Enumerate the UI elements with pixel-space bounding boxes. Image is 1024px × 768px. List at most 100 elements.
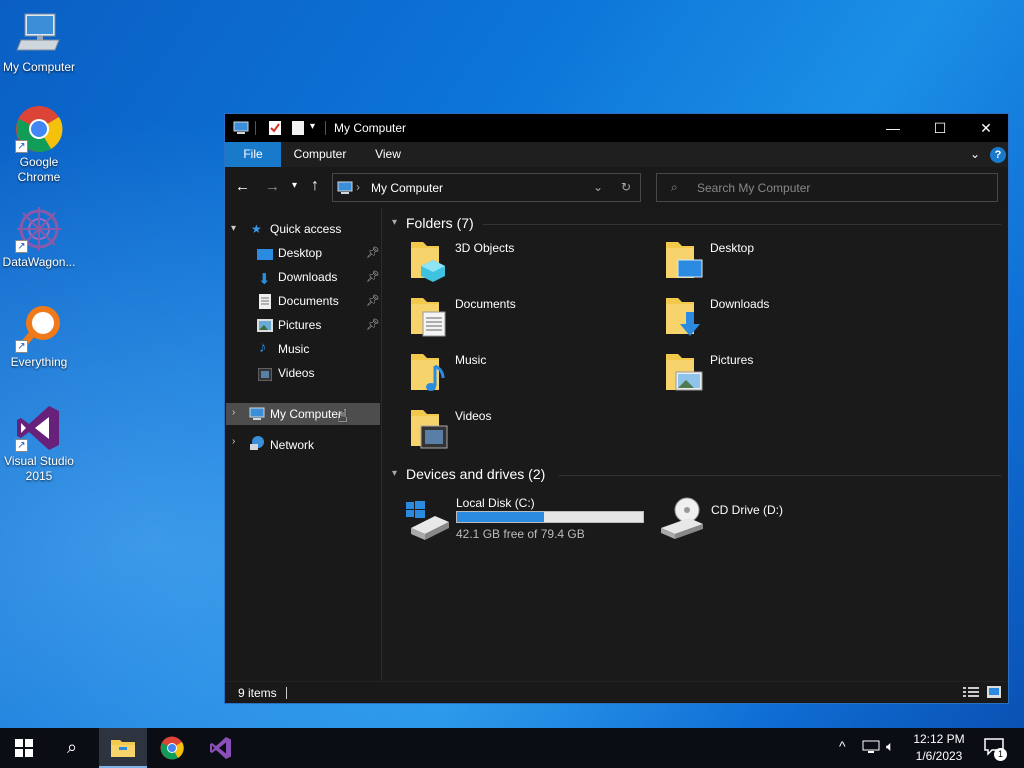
datawagon-icon: ↗	[15, 205, 63, 253]
folder-desktop[interactable]: Desktop	[664, 238, 904, 290]
details-view-icon[interactable]	[963, 686, 979, 701]
sidebar-item-quick-access[interactable]: Quick access	[270, 218, 341, 240]
network-status-icon[interactable]	[862, 739, 880, 758]
windows-logo-icon	[15, 739, 33, 757]
sidebar-item-videos[interactable]: Videos	[278, 362, 314, 384]
drive-usage-bar	[456, 511, 644, 523]
sidebar-item-pictures[interactable]: Pictures	[278, 314, 321, 336]
chrome-icon: ↗	[15, 105, 63, 153]
folders-group-title[interactable]: Folders (7)	[406, 215, 474, 231]
title-bar[interactable]: ▾ My Computer — ☐ ✕	[225, 114, 1008, 142]
shortcut-arrow-icon: ↗	[15, 340, 28, 353]
chevron-down-icon[interactable]: ▾	[392, 217, 397, 228]
folder-icon	[411, 298, 446, 337]
forward-arrow-icon[interactable]: →	[265, 178, 280, 195]
sidebar-item-downloads[interactable]: Downloads	[278, 266, 337, 288]
address-separator[interactable]: ›	[356, 180, 360, 194]
explorer-window[interactable]: ▾ My Computer — ☐ ✕ File Computer View ⌄…	[224, 113, 1009, 704]
sidebar-item-my-computer[interactable]: › My Computer	[226, 403, 380, 425]
volume-icon[interactable]: 🔈︎	[886, 738, 894, 755]
windows-drive-icon	[406, 501, 449, 540]
desktop-icon-label: DataWagon...	[2, 255, 76, 269]
up-arrow-icon[interactable]: ↑	[311, 177, 319, 195]
sidebar-item-network[interactable]: Network	[270, 434, 314, 456]
pin-icon[interactable]: 📌︎	[366, 318, 380, 331]
folder-music[interactable]: Music	[409, 350, 649, 402]
search-icon: ⌕	[66, 737, 78, 757]
help-icon[interactable]: ?	[990, 147, 1006, 163]
divider	[325, 121, 326, 135]
taskbar-google-chrome[interactable]	[148, 728, 196, 768]
tab-computer[interactable]: Computer	[285, 142, 355, 167]
tab-file[interactable]: File	[225, 142, 281, 167]
quick-access-toolbar-dropdown-icon[interactable]: ▾	[310, 121, 315, 132]
pin-icon[interactable]: 📌︎	[366, 246, 380, 259]
pin-icon[interactable]: 📌︎	[366, 270, 380, 283]
chrome-icon	[160, 736, 184, 760]
start-button[interactable]	[0, 728, 48, 768]
desktop-icon-my-computer[interactable]: My Computer	[1, 10, 77, 75]
everything-search-icon: ↗	[15, 305, 63, 353]
chevron-right-icon[interactable]: ›	[232, 436, 235, 447]
address-bar[interactable]: › My Computer ⌄ ↻	[332, 173, 641, 202]
properties-icon[interactable]	[268, 120, 282, 139]
tab-view[interactable]: View	[365, 142, 411, 167]
address-location[interactable]: My Computer	[371, 181, 443, 195]
taskbar: ⌕ ^ 🔈︎ 12:12 PM 1/6/2023 1	[0, 728, 1024, 768]
back-arrow-icon[interactable]: ←	[235, 178, 250, 195]
refresh-icon[interactable]: ↻	[621, 180, 631, 194]
folder-pictures[interactable]: Pictures	[664, 350, 904, 402]
search-placeholder[interactable]: Search My Computer	[697, 181, 810, 195]
devices-group-title[interactable]: Devices and drives (2)	[406, 466, 545, 482]
desktop-folder-icon	[257, 248, 273, 265]
folder-icon	[411, 242, 445, 282]
chevron-down-icon[interactable]: ▾	[231, 223, 236, 234]
visual-studio-icon	[210, 737, 231, 759]
folder-label: Videos	[455, 409, 492, 423]
desktop-icon-label: Visual Studio 2015	[4, 454, 74, 483]
clock-time[interactable]: 12:12 PM	[906, 732, 972, 746]
downloads-arrow-icon: ⬇	[258, 271, 271, 288]
large-icons-view-icon[interactable]	[987, 686, 1001, 701]
clock-date[interactable]: 1/6/2023	[906, 749, 972, 763]
chevron-right-icon[interactable]: ›	[232, 407, 235, 418]
folder-icon	[666, 242, 703, 278]
search-button[interactable]: ⌕	[48, 728, 96, 768]
search-icon: ⌕	[671, 180, 678, 194]
taskbar-visual-studio[interactable]	[197, 728, 245, 768]
folder-downloads[interactable]: Downloads	[664, 294, 904, 346]
expand-ribbon-icon[interactable]: ⌄	[970, 147, 980, 161]
pictures-icon	[257, 319, 273, 335]
drive-usage-fill	[457, 512, 545, 522]
close-button[interactable]: ✕	[963, 114, 1009, 142]
desktop-icon-datawagon[interactable]: ↗ DataWagon...	[1, 205, 77, 270]
sidebar-item-music[interactable]: Music	[278, 338, 309, 360]
show-hidden-icons-chevron-icon[interactable]: ^	[839, 738, 846, 754]
drive-label: CD Drive (D:)	[711, 503, 783, 517]
computer-icon	[249, 406, 265, 425]
sidebar-item-desktop[interactable]: Desktop	[278, 242, 322, 264]
search-box[interactable]: ⌕ Search My Computer	[656, 173, 998, 202]
drive-cd-d[interactable]: CD Drive (D:)	[659, 492, 909, 544]
folder-videos[interactable]: Videos	[409, 406, 649, 458]
desktop-icon-google-chrome[interactable]: ↗ Google Chrome	[1, 105, 77, 185]
chevron-down-icon[interactable]: ▾	[392, 468, 397, 479]
recent-locations-chevron-icon[interactable]: ▾	[292, 180, 297, 191]
maximize-button[interactable]: ☐	[917, 114, 963, 142]
folder-3d-objects[interactable]: 3D Objects	[409, 238, 649, 290]
file-explorer-icon	[111, 740, 135, 757]
sidebar-item-documents[interactable]: Documents	[278, 290, 339, 312]
music-note-icon: ♪	[259, 339, 267, 356]
group-divider	[483, 224, 1001, 225]
address-dropdown-icon[interactable]: ⌄	[593, 180, 603, 194]
minimize-button[interactable]: —	[870, 114, 916, 142]
pin-icon[interactable]: 📌︎	[366, 294, 380, 307]
folder-documents[interactable]: Documents	[409, 294, 649, 346]
taskbar-file-explorer[interactable]	[99, 728, 147, 768]
desktop-icon-visual-studio[interactable]: ↗ Visual Studio 2015	[1, 404, 77, 484]
content-pane: ▾ Folders (7) 3D Objects Desktop Documen…	[383, 208, 1008, 682]
new-folder-icon[interactable]	[291, 120, 305, 139]
drive-local-disk-c[interactable]: Local Disk (C:) 42.1 GB free of 79.4 GB	[405, 492, 655, 544]
desktop-icon-everything[interactable]: ↗ Everything	[1, 305, 77, 370]
folder-label: 3D Objects	[455, 241, 515, 255]
